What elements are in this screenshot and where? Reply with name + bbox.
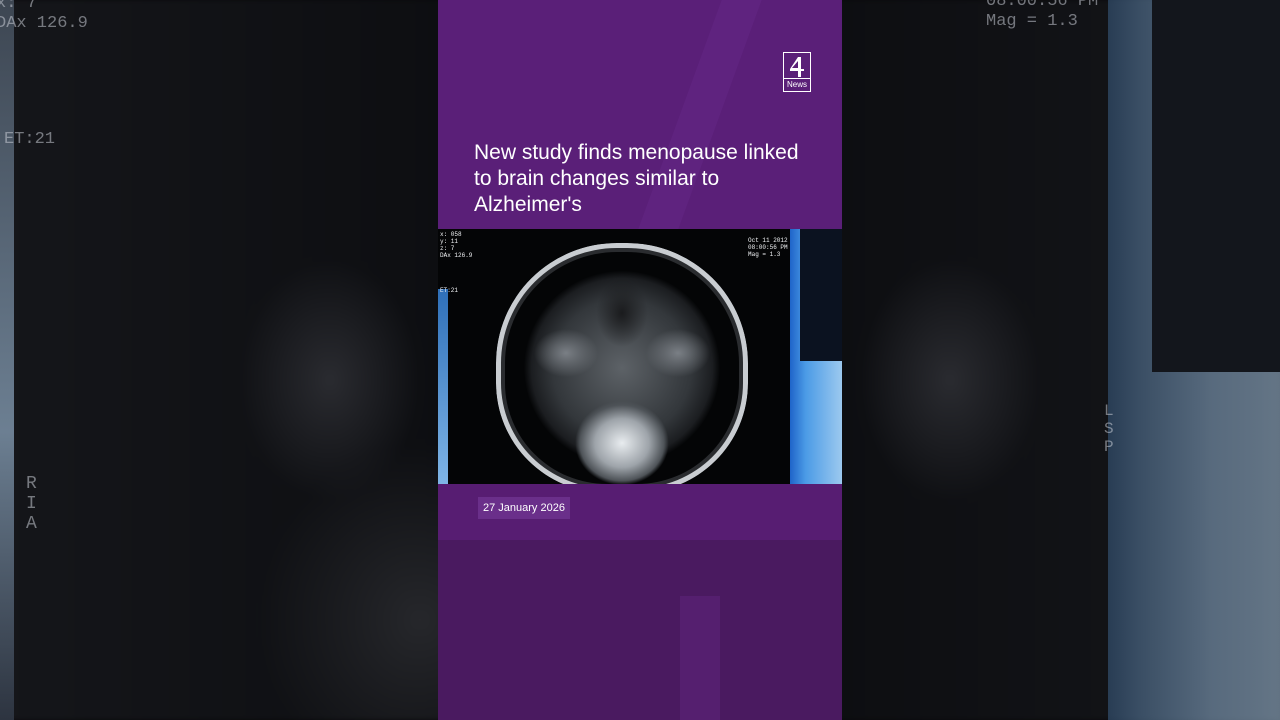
channel-4-news-logo: News (783, 52, 811, 92)
background-text-right-mid: L S P (1104, 402, 1114, 456)
date-badge: 27 January 2026 (478, 497, 570, 519)
headline: New study finds menopause linked to brai… (474, 141, 799, 216)
mri-monitor-inner (800, 229, 842, 361)
mri-left-edge (438, 289, 448, 484)
mri-overlay-text-left-mid: ET:21 (440, 287, 459, 294)
background-text-left-bottom: R I A (26, 474, 37, 534)
background-text-left-top: x: 7 DAx 126.9 (0, 0, 88, 33)
background-right-panel-inner (1152, 0, 1280, 372)
background-text-right-top: 08:00:56 PM Mag = 1.3 (986, 0, 1099, 31)
background-left-edge (0, 0, 14, 720)
mri-scan-image: x: 058 y: 11 z: 7 DAx 126.9 ET:21 Oct 11… (438, 229, 842, 484)
background-text-left-mid: ET:21 (4, 130, 56, 149)
logo-text: News (784, 78, 810, 91)
mri-overlay-text-top-left: x: 058 y: 11 z: 7 DAx 126.9 (440, 231, 473, 259)
news-card: News New study finds menopause linked to… (438, 0, 842, 720)
watermark-stroke (680, 596, 720, 720)
mri-overlay-text-top-right: Oct 11 2012 08:00:56 PM Mag = 1.3 (748, 237, 788, 258)
channel-4-logo-icon (790, 57, 804, 77)
mri-brain-scan (496, 243, 748, 484)
